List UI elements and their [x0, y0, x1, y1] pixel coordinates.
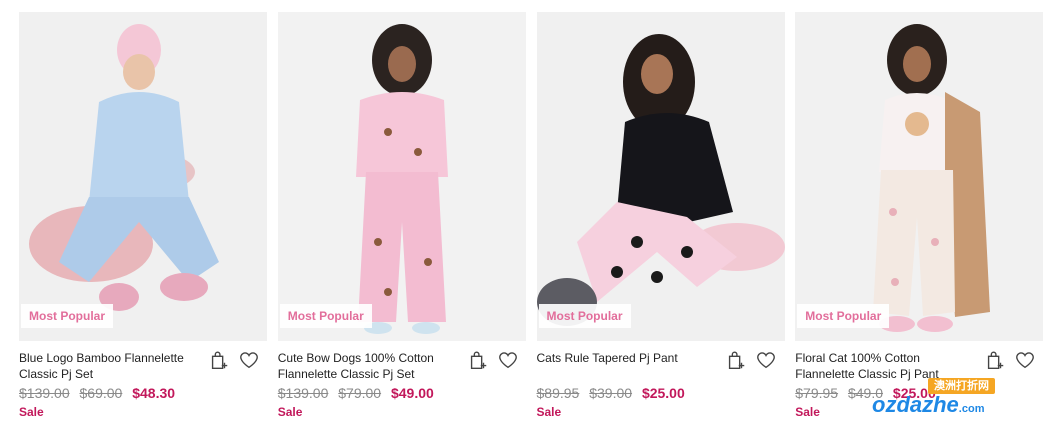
original-price: $79.95 — [795, 385, 839, 401]
previous-price: $69.00 — [79, 385, 123, 401]
previous-price: $79.00 — [338, 385, 382, 401]
heart-icon — [498, 352, 517, 369]
product-card: Most Popular Cats Rule Tapered Pj Pant $… — [536, 12, 785, 432]
original-price: $139.00 — [277, 385, 329, 401]
add-to-bag-button[interactable] — [207, 348, 231, 372]
most-popular-badge: Most Popular — [538, 304, 631, 328]
price-row: $89.95 $39.00 $25.00 — [537, 384, 685, 402]
product-grid: Most Popular Blue Logo Bamboo Flannelett… — [19, 12, 1044, 432]
wishlist-button[interactable] — [496, 348, 520, 372]
product-name[interactable]: Floral Cat 100% Cotton Flannelette Class… — [795, 350, 973, 382]
product-actions — [724, 348, 778, 372]
product-image[interactable]: Most Popular — [277, 12, 526, 341]
original-price: $139.00 — [19, 385, 70, 401]
price-row: $79.95 $49.0 $25.00 — [795, 384, 935, 402]
add-to-bag-icon — [987, 351, 1004, 369]
product-actions — [983, 348, 1037, 372]
add-to-bag-icon — [729, 351, 745, 369]
sale-label: Sale — [19, 405, 44, 419]
sale-label: Sale — [795, 405, 820, 419]
product-card: Most Popular Floral Cat 100% Cotton Flan… — [795, 12, 1044, 432]
sale-label: Sale — [277, 405, 303, 419]
product-image[interactable]: Most Popular — [795, 12, 1044, 341]
sale-price: $25.00 — [892, 385, 936, 401]
product-photo — [795, 12, 1044, 341]
wishlist-button[interactable] — [754, 348, 778, 372]
wishlist-button[interactable] — [237, 348, 261, 372]
product-photo — [277, 12, 526, 341]
price-row: $139.00 $69.00 $48.30 — [19, 384, 175, 402]
add-to-bag-icon — [211, 351, 227, 369]
previous-price: $39.00 — [589, 385, 633, 401]
most-popular-badge: Most Popular — [21, 304, 114, 328]
wishlist-button[interactable] — [1013, 348, 1037, 372]
sale-label: Sale — [536, 405, 562, 419]
sale-price: $49.00 — [390, 385, 434, 401]
heart-icon — [1016, 352, 1034, 369]
most-popular-badge: Most Popular — [279, 304, 372, 328]
add-to-bag-button[interactable] — [724, 348, 748, 372]
product-image[interactable]: Most Popular — [536, 12, 785, 341]
product-name[interactable]: Cute Bow Dogs 100% Cotton Flannelette Cl… — [278, 350, 456, 382]
product-image[interactable]: Most Popular — [19, 12, 267, 341]
product-name[interactable]: Blue Logo Bamboo Flannelette Classic Pj … — [19, 350, 197, 382]
add-to-bag-icon — [470, 351, 486, 369]
add-to-bag-button[interactable] — [983, 348, 1007, 372]
heart-icon — [239, 352, 258, 369]
product-card: Most Popular Cute Bow Dogs 100% Cotton F… — [277, 12, 526, 432]
add-to-bag-button[interactable] — [466, 348, 490, 372]
previous-price: $49.0 — [847, 385, 884, 401]
original-price: $89.95 — [536, 385, 580, 401]
price-row: $139.00 $79.00 $49.00 — [278, 384, 434, 402]
product-actions — [207, 348, 261, 372]
product-name[interactable]: Cats Rule Tapered Pj Pant — [537, 350, 715, 366]
product-card: Most Popular Blue Logo Bamboo Flannelett… — [19, 12, 267, 432]
product-photo — [536, 12, 785, 341]
heart-icon — [757, 352, 776, 369]
product-photo — [19, 12, 267, 341]
most-popular-badge: Most Popular — [797, 304, 890, 328]
sale-price: $25.00 — [641, 385, 685, 401]
sale-price: $48.30 — [132, 385, 176, 401]
product-actions — [466, 348, 520, 372]
